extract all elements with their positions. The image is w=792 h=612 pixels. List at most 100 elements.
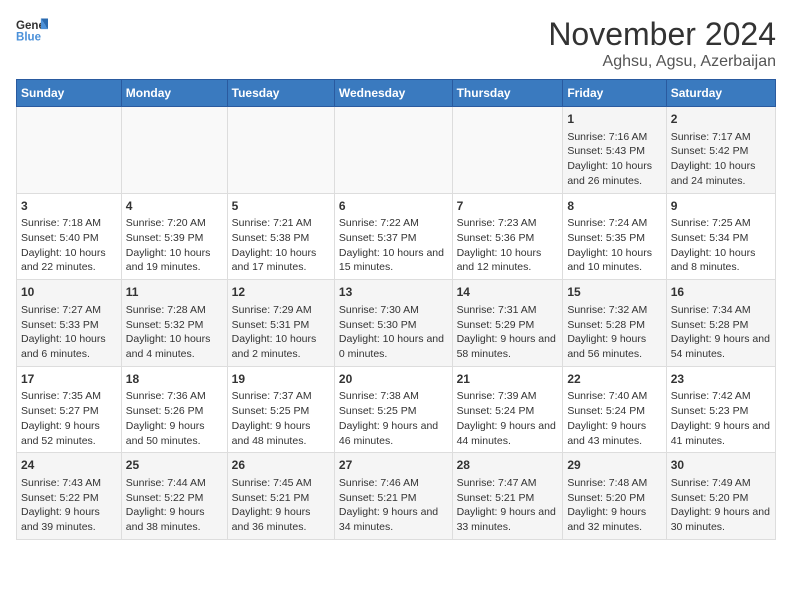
day-info: Sunrise: 7:16 AM: [567, 130, 661, 145]
logo: General Blue: [16, 16, 48, 44]
calendar-week-row: 3Sunrise: 7:18 AMSunset: 5:40 PMDaylight…: [17, 193, 776, 280]
day-number: 1: [567, 111, 661, 128]
day-info: Daylight: 9 hours and 54 minutes.: [671, 332, 771, 361]
calendar-cell: 15Sunrise: 7:32 AMSunset: 5:28 PMDayligh…: [563, 280, 666, 367]
day-info: Sunrise: 7:46 AM: [339, 476, 448, 491]
day-number: 3: [21, 198, 117, 215]
calendar-cell: 18Sunrise: 7:36 AMSunset: 5:26 PMDayligh…: [121, 366, 227, 453]
day-info: Daylight: 10 hours and 12 minutes.: [457, 246, 559, 275]
day-number: 11: [126, 284, 223, 301]
calendar-cell: [17, 107, 122, 194]
day-info: Sunrise: 7:39 AM: [457, 389, 559, 404]
calendar-cell: 9Sunrise: 7:25 AMSunset: 5:34 PMDaylight…: [666, 193, 775, 280]
day-info: Sunset: 5:20 PM: [671, 491, 771, 506]
day-info: Daylight: 9 hours and 46 minutes.: [339, 419, 448, 448]
calendar-cell: 24 Sunrise: 7:43 AMSunset: 5:22 PMDayligh…: [17, 453, 122, 540]
day-info: Daylight: 9 hours and 50 minutes.: [126, 419, 223, 448]
day-info: Daylight: 9 hours and 52 minutes.: [21, 419, 117, 448]
day-info: Sunset: 5:26 PM: [126, 404, 223, 419]
calendar-cell: 16Sunrise: 7:34 AMSunset: 5:28 PMDayligh…: [666, 280, 775, 367]
calendar-cell: [452, 107, 563, 194]
calendar-cell: [334, 107, 452, 194]
calendar-cell: 17Sunrise: 7:35 AMSunset: 5:27 PMDayligh…: [17, 366, 122, 453]
calendar-cell: 5Sunrise: 7:21 AMSunset: 5:38 PMDaylight…: [227, 193, 334, 280]
calendar-cell: 11Sunrise: 7:28 AMSunset: 5:32 PMDayligh…: [121, 280, 227, 367]
day-info: Daylight: 9 hours and 41 minutes.: [671, 419, 771, 448]
day-number: 5: [232, 198, 330, 215]
svg-text:Blue: Blue: [16, 32, 42, 44]
calendar-week-row: 24Sunrise: 7:43 AMSunset: 5:22 PMDayligh…: [17, 453, 776, 540]
logo-icon: General Blue: [16, 16, 48, 44]
day-info: Sunrise: 7:48 AM: [567, 476, 661, 491]
day-info: Sunset: 5:25 PM: [232, 404, 330, 419]
day-info: Sunrise: 7:24 AM: [567, 216, 661, 231]
calendar-body: 1Sunrise: 7:16 AMSunset: 5:43 PMDaylight…: [17, 107, 776, 540]
day-info: Sunrise: 7:18 AM: [21, 216, 117, 231]
day-info: Sunset: 5:28 PM: [671, 318, 771, 333]
day-info: Daylight: 9 hours and 34 minutes.: [339, 505, 448, 534]
day-info: Sunset: 5:22 PM: [21, 491, 117, 506]
calendar-cell: 30Sunrise: 7:49 AMSunset: 5:20 PMDayligh…: [666, 453, 775, 540]
day-info: Daylight: 10 hours and 17 minutes.: [232, 246, 330, 275]
day-info: Daylight: 9 hours and 39 minutes.: [21, 505, 117, 534]
day-number: 14: [457, 284, 559, 301]
day-number: 18: [126, 371, 223, 388]
day-info: Daylight: 10 hours and 22 minutes.: [21, 246, 117, 275]
day-info: Sunset: 5:29 PM: [457, 318, 559, 333]
weekday-header: Monday: [121, 80, 227, 107]
day-info: Sunset: 5:21 PM: [457, 491, 559, 506]
calendar-cell: [227, 107, 334, 194]
day-info: Sunrise: 7:32 AM: [567, 303, 661, 318]
calendar-cell: [121, 107, 227, 194]
day-number: 21: [457, 371, 559, 388]
day-info: Daylight: 10 hours and 6 minutes.: [21, 332, 117, 361]
calendar-cell: 6Sunrise: 7:22 AMSunset: 5:37 PMDaylight…: [334, 193, 452, 280]
day-number: 10: [21, 284, 117, 301]
calendar-cell: 3Sunrise: 7:18 AMSunset: 5:40 PMDaylight…: [17, 193, 122, 280]
page-header: General Blue November 2024 Aghsu, Agsu, …: [16, 16, 776, 71]
day-info: Daylight: 9 hours and 44 minutes.: [457, 419, 559, 448]
day-info: Daylight: 9 hours and 32 minutes.: [567, 505, 661, 534]
day-info: Sunrise: 7:47 AM: [457, 476, 559, 491]
day-number: 20: [339, 371, 448, 388]
day-number: 9: [671, 198, 771, 215]
day-info: Daylight: 9 hours and 58 minutes.: [457, 332, 559, 361]
day-info: Daylight: 9 hours and 48 minutes.: [232, 419, 330, 448]
weekday-header-row: SundayMondayTuesdayWednesdayThursdayFrid…: [17, 80, 776, 107]
day-info: Sunset: 5:24 PM: [567, 404, 661, 419]
calendar-cell: 1 Sunrise: 7:16 AMSunset: 5:43 PMDaylight…: [563, 107, 666, 194]
day-info: Sunrise: 7:30 AM: [339, 303, 448, 318]
day-info: Daylight: 10 hours and 26 minutes.: [567, 159, 661, 188]
day-info: Sunrise: 7:17 AM: [671, 130, 771, 145]
day-info: Sunset: 5:24 PM: [457, 404, 559, 419]
day-info: Sunset: 5:38 PM: [232, 231, 330, 246]
day-info: Sunrise: 7:43 AM: [21, 476, 117, 491]
day-info: Sunset: 5:21 PM: [339, 491, 448, 506]
day-info: Sunset: 5:35 PM: [567, 231, 661, 246]
calendar-cell: 2Sunrise: 7:17 AMSunset: 5:42 PMDaylight…: [666, 107, 775, 194]
day-info: Daylight: 10 hours and 2 minutes.: [232, 332, 330, 361]
day-info: Sunset: 5:43 PM: [567, 144, 661, 159]
calendar-cell: 13Sunrise: 7:30 AMSunset: 5:30 PMDayligh…: [334, 280, 452, 367]
day-number: 24: [21, 457, 117, 474]
calendar-header: SundayMondayTuesdayWednesdayThursdayFrid…: [17, 80, 776, 107]
calendar-cell: 28Sunrise: 7:47 AMSunset: 5:21 PMDayligh…: [452, 453, 563, 540]
day-info: Sunrise: 7:20 AM: [126, 216, 223, 231]
day-info: Sunset: 5:33 PM: [21, 318, 117, 333]
day-info: Sunrise: 7:31 AM: [457, 303, 559, 318]
day-number: 27: [339, 457, 448, 474]
day-info: Sunrise: 7:34 AM: [671, 303, 771, 318]
day-number: 29: [567, 457, 661, 474]
day-info: Sunset: 5:30 PM: [339, 318, 448, 333]
day-info: Daylight: 10 hours and 10 minutes.: [567, 246, 661, 275]
weekday-header: Sunday: [17, 80, 122, 107]
day-number: 22: [567, 371, 661, 388]
day-info: Daylight: 9 hours and 38 minutes.: [126, 505, 223, 534]
day-number: 26: [232, 457, 330, 474]
day-info: Sunrise: 7:28 AM: [126, 303, 223, 318]
calendar-cell: 12Sunrise: 7:29 AMSunset: 5:31 PMDayligh…: [227, 280, 334, 367]
day-info: Daylight: 10 hours and 19 minutes.: [126, 246, 223, 275]
calendar-cell: 19Sunrise: 7:37 AMSunset: 5:25 PMDayligh…: [227, 366, 334, 453]
day-number: 13: [339, 284, 448, 301]
weekday-header: Friday: [563, 80, 666, 107]
